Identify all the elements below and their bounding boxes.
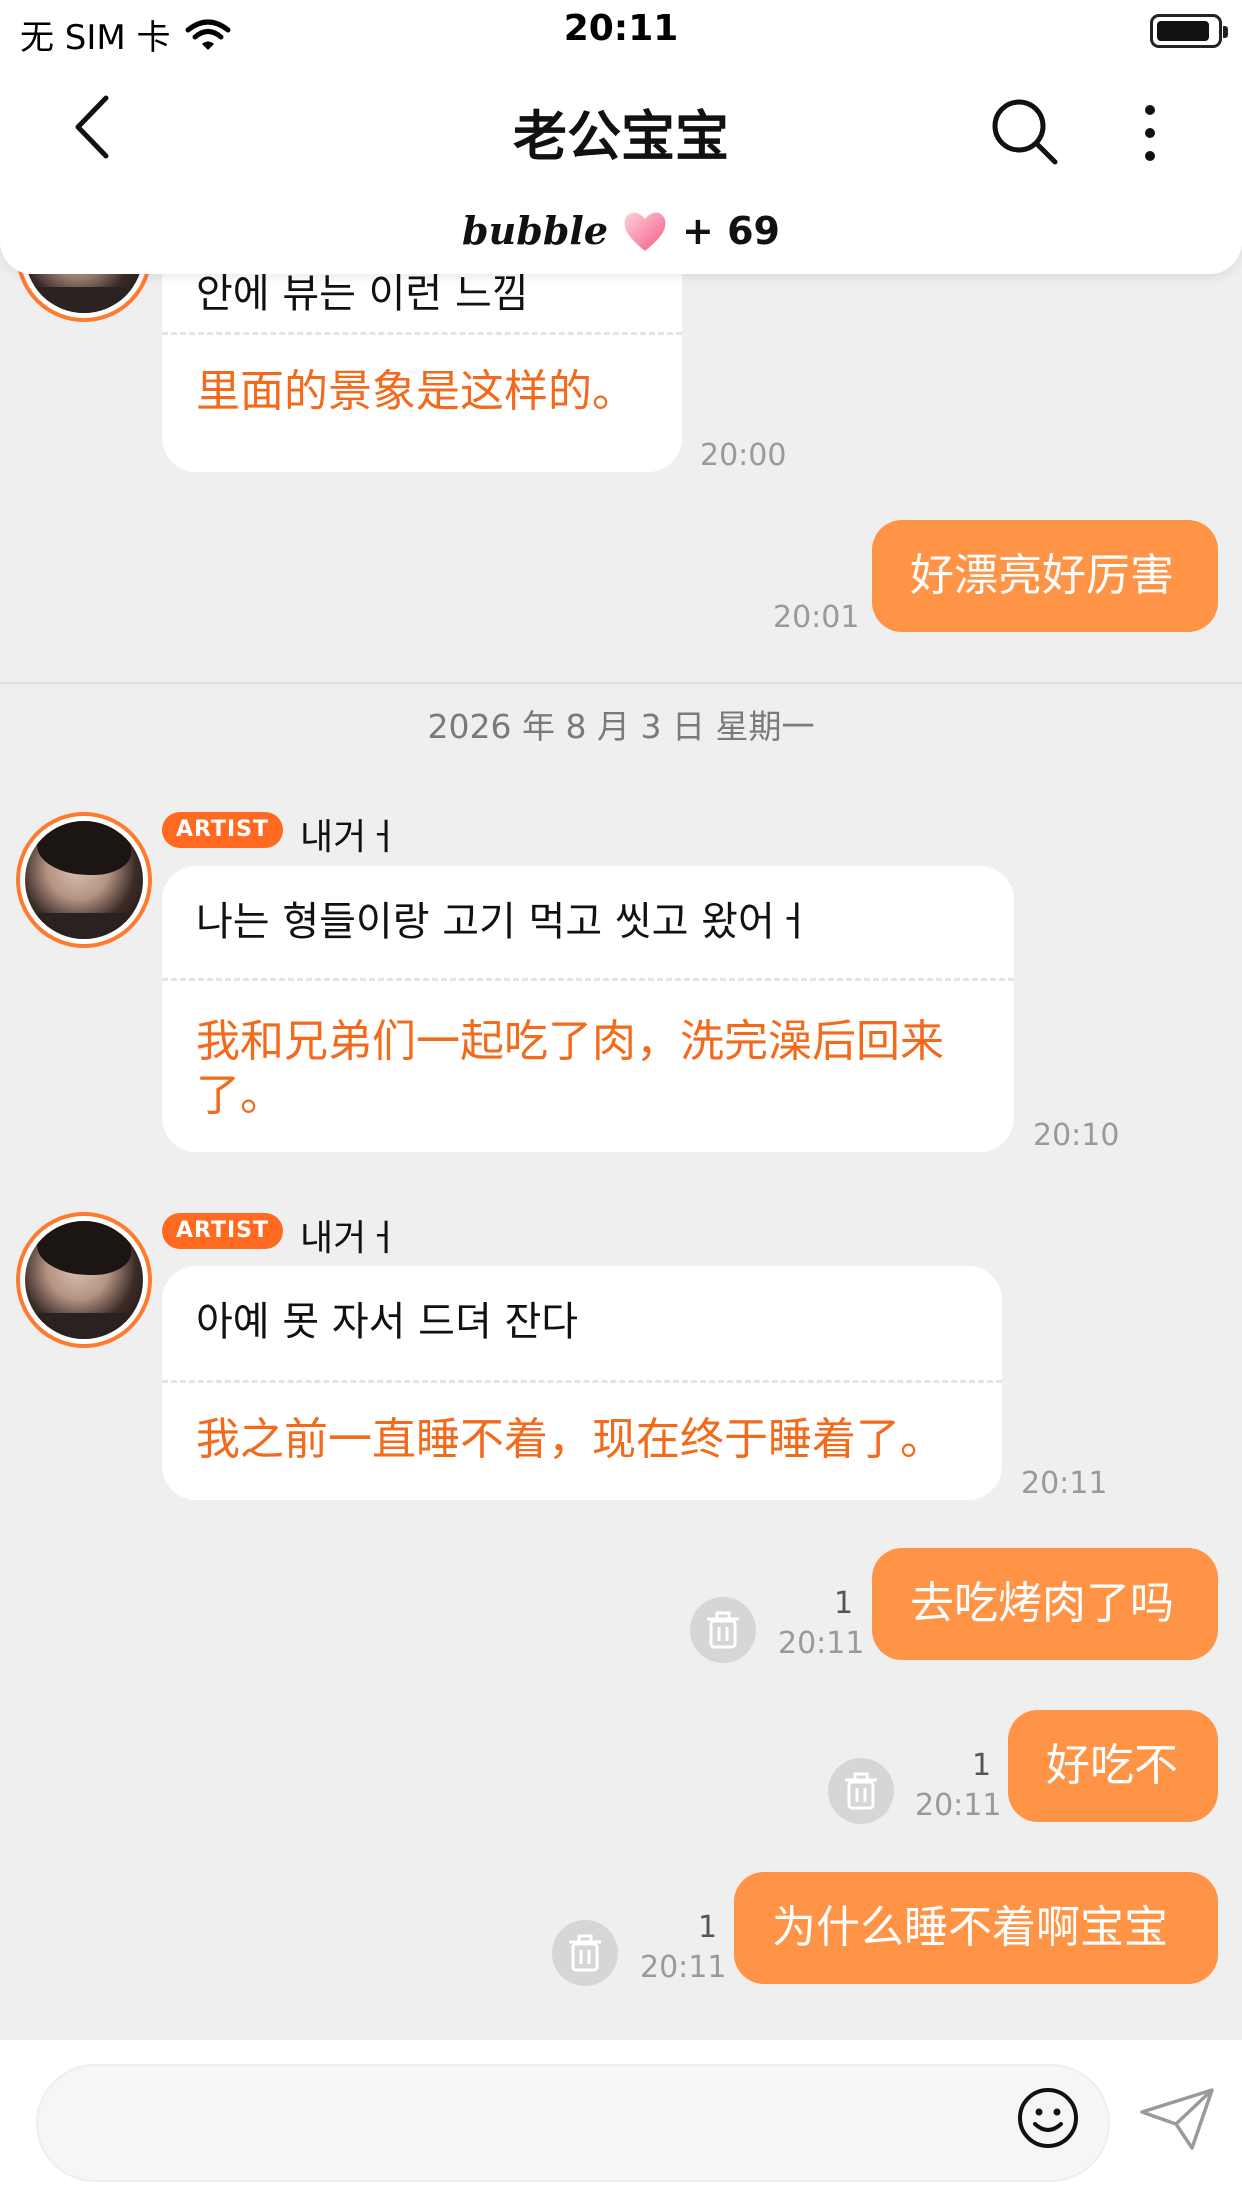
clock: 20:11 [563, 8, 679, 49]
message-input-bar [0, 2040, 1242, 2208]
sent-message[interactable]: 为什么睡不着啊宝宝 [734, 1872, 1218, 1984]
date-divider: 2026 年 8 月 3 日 星期一 [427, 707, 815, 746]
message-input[interactable] [36, 2064, 1110, 2182]
message-translation: 我和兄弟们一起吃了肉，洗完澡后回来了。 [196, 1016, 944, 1121]
timestamp: 20:11 [778, 1626, 865, 1661]
artist-badge: ARTIST [162, 1213, 284, 1249]
more-icon[interactable] [1125, 98, 1175, 168]
heart-icon [624, 212, 666, 251]
delete-button[interactable] [828, 1758, 894, 1824]
chat-header: 老公宝宝 bubble + 69 [0, 62, 1242, 274]
unread-count: 1 [698, 1910, 718, 1945]
sender-name: 내거ㅓ [300, 817, 400, 858]
date-divider-line [0, 682, 1242, 684]
message-korean: 아예 못 자서 드뎌 잔다 [196, 1299, 579, 1345]
status-bar: 无 SIM 卡 20:11 [0, 0, 1242, 62]
trash-icon [707, 1611, 739, 1649]
sent-message[interactable]: 去吃烤肉了吗 [872, 1548, 1218, 1660]
timestamp: 20:11 [1021, 1466, 1108, 1501]
timestamp: 20:11 [640, 1950, 727, 1985]
sent-message[interactable]: 好吃不 [1008, 1710, 1218, 1822]
bubble-logo: bubble [462, 208, 608, 253]
unread-count: 1 [834, 1586, 854, 1621]
timestamp: 20:01 [773, 600, 860, 635]
received-message[interactable]: 나는 형들이랑 고기 먹고 씻고 왔어ㅓ 我和兄弟们一起吃了肉，洗完澡后回来了。 [162, 866, 1014, 1152]
battery-icon [1150, 14, 1228, 48]
artist-avatar[interactable] [16, 812, 152, 948]
trash-icon [569, 1934, 601, 1972]
send-icon[interactable] [1138, 2084, 1216, 2154]
bubble-counter[interactable]: bubble + 69 [0, 208, 1242, 253]
sent-message[interactable]: 好漂亮好厉害 [872, 520, 1218, 632]
artist-avatar[interactable] [16, 1212, 152, 1348]
delete-button[interactable] [690, 1597, 756, 1663]
unread-count: 1 [972, 1748, 992, 1783]
artist-badge: ARTIST [162, 812, 284, 848]
message-korean: 나는 형들이랑 고기 먹고 씻고 왔어ㅓ [196, 899, 812, 945]
timestamp: 20:00 [700, 438, 787, 473]
delete-button[interactable] [552, 1920, 618, 1986]
message-translation: 我之前一直睡不着，现在终于睡着了。 [196, 1414, 944, 1465]
chat-screen: 无 SIM 卡 20:11 老公宝宝 bubble + 69 안에 뷰는 이런 … [0, 0, 1242, 2208]
received-message[interactable]: 아예 못 자서 드뎌 잔다 我之前一直睡不着，现在终于睡着了。 [162, 1266, 1002, 1500]
timestamp: 20:10 [1033, 1118, 1120, 1153]
sender-name: 내거ㅓ [300, 1218, 400, 1259]
bubble-count: + 69 [682, 208, 780, 253]
trash-icon [845, 1772, 877, 1810]
message-translation: 里面的景象是这样的。 [196, 366, 636, 417]
timestamp: 20:11 [915, 1788, 1002, 1823]
search-icon[interactable] [985, 92, 1065, 172]
emoji-icon[interactable] [1016, 2086, 1080, 2150]
